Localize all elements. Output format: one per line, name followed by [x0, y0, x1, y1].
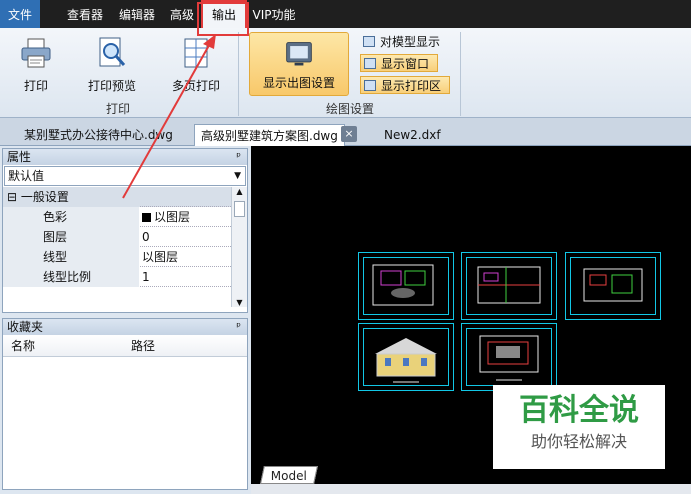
column-path[interactable]: 路径 — [131, 335, 155, 357]
window-icon — [364, 58, 376, 69]
ribbon-separator-2 — [460, 32, 461, 116]
property-value: 1 — [142, 270, 150, 284]
floor-plan-thumbnail — [479, 335, 539, 381]
drawing-sheet[interactable] — [565, 252, 661, 320]
elevation-thumbnail — [375, 338, 437, 383]
column-name[interactable]: 名称 — [11, 335, 35, 357]
menu-bar: 文件 查看器 编辑器 高级 输出 VIP功能 — [0, 0, 691, 28]
property-value: 0 — [142, 230, 150, 244]
section-general-label: 一般设置 — [20, 190, 69, 204]
print-area-icon — [364, 80, 376, 91]
menu-advanced[interactable]: 高级 — [166, 0, 198, 28]
ribbon: 打印 打印预览 多页打印 打印 显示出图设置 对模型显示 显示窗口 显示打印区 … — [0, 28, 691, 118]
menu-vip[interactable]: VIP功能 — [250, 0, 298, 28]
property-grid: ⊟ 一般设置 色彩 以图层 图层 0 线型 以图层 线型比例 1 ▲ ▼ — [3, 187, 247, 307]
color-swatch — [142, 213, 151, 222]
menu-viewer[interactable]: 查看器 — [62, 0, 108, 28]
drawing-sheet[interactable] — [461, 252, 557, 320]
watermark-subtitle: 助你轻松解决 — [530, 432, 627, 451]
show-window-button[interactable]: 显示窗口 — [360, 54, 438, 72]
show-print-area-button[interactable]: 显示打印区 — [360, 76, 450, 94]
menu-file[interactable]: 文件 — [0, 0, 40, 28]
print-button[interactable]: 打印 — [10, 36, 62, 94]
plot-group-label: 绘图设置 — [325, 102, 374, 116]
display-settings-label: 显示出图设置 — [262, 76, 335, 90]
favorites-header: 名称 路径 — [3, 335, 247, 357]
table-row[interactable]: 线型比例 1 — [3, 267, 231, 287]
watermark-title: 百科全说 — [519, 393, 639, 428]
properties-combo[interactable]: 默认值 ▼ — [4, 166, 246, 186]
floor-plan-thumbnail — [583, 268, 643, 302]
show-model-label: 对模型显示 — [380, 35, 441, 49]
tab-new2[interactable]: New2.dxf — [378, 124, 447, 146]
drawing-sheet[interactable] — [461, 323, 557, 391]
scroll-up-icon[interactable]: ▲ — [232, 187, 247, 196]
show-print-area-label: 显示打印区 — [381, 79, 442, 93]
tab-model[interactable]: Model — [260, 466, 318, 484]
drawing-sheet[interactable] — [358, 323, 454, 391]
monitor-icon — [286, 42, 312, 66]
drawing-sheet[interactable] — [358, 252, 454, 320]
scroll-thumb[interactable] — [234, 201, 245, 217]
multi-print-button[interactable]: 多页打印 — [166, 36, 226, 94]
section-general[interactable]: ⊟ 一般设置 — [3, 187, 231, 207]
floor-plan-thumbnail — [477, 266, 541, 304]
model-icon — [363, 36, 375, 47]
multi-page-icon — [184, 38, 208, 68]
table-row[interactable]: 色彩 以图层 — [3, 207, 231, 227]
scroll-down-icon[interactable]: ▼ — [232, 298, 247, 307]
table-row[interactable]: 图层 0 — [3, 227, 231, 247]
property-value: 以图层 — [140, 207, 190, 227]
section-general-key: ⊟ 一般设置 — [3, 187, 139, 207]
display-settings-button[interactable]: 显示出图设置 — [249, 32, 349, 96]
close-icon[interactable]: × — [341, 126, 357, 142]
properties-combo-value: 默认值 — [8, 169, 45, 183]
show-window-label: 显示窗口 — [381, 57, 430, 71]
chevron-down-icon[interactable]: ▼ — [234, 167, 241, 185]
print-group-label: 打印 — [105, 102, 130, 116]
tab-villa-plan[interactable]: 高级别墅建筑方案图.dwg — [194, 124, 345, 146]
multi-print-label: 多页打印 — [171, 79, 220, 93]
favorites-panel: 收藏夹 ᵖ 名称 路径 — [2, 318, 248, 490]
document-tab-bar: 某别墅式办公接待中心.dwg 高级别墅建筑方案图.dwg × New2.dxf — [0, 118, 691, 146]
property-key: 线型比例 — [3, 267, 139, 287]
print-preview-icon — [99, 37, 126, 67]
properties-title: 属性 ᵖ — [3, 149, 247, 165]
model-tab-label: Model — [270, 469, 307, 483]
watermark: 百科全说 助你轻松解决 — [493, 385, 665, 469]
properties-scrollbar[interactable]: ▲ ▼ — [231, 187, 247, 307]
tab-office-reception[interactable]: 某别墅式办公接待中心.dwg — [18, 124, 179, 146]
table-row[interactable]: 线型 以图层 — [3, 247, 231, 267]
property-value-text: 以图层 — [154, 210, 191, 224]
print-label: 打印 — [23, 79, 48, 93]
property-key: 色彩 — [3, 207, 139, 227]
menu-editor[interactable]: 编辑器 — [114, 0, 160, 28]
property-key: 线型 — [3, 247, 139, 267]
print-preview-button[interactable]: 打印预览 — [80, 36, 144, 94]
pin-icon[interactable]: ᵖ — [236, 319, 241, 335]
highlight-box — [197, 2, 249, 36]
favorites-title: 收藏夹 ᵖ — [3, 319, 247, 335]
show-model-button[interactable]: 对模型显示 — [360, 33, 440, 51]
favorites-title-text: 收藏夹 — [7, 320, 44, 334]
pin-icon[interactable]: ᵖ — [236, 149, 241, 165]
canvas-horizontal-scrollbar[interactable] — [251, 484, 691, 494]
printer-icon — [21, 38, 51, 68]
properties-panel: 属性 ᵖ 默认值 ▼ ⊟ 一般设置 色彩 以图层 图层 0 线型 以图层 线型比… — [2, 148, 248, 313]
property-value: 以图层 — [142, 250, 179, 264]
print-preview-label: 打印预览 — [87, 79, 136, 93]
ribbon-separator — [238, 32, 239, 116]
floor-plan-thumbnail — [372, 264, 434, 306]
property-key: 图层 — [3, 227, 139, 247]
properties-title-text: 属性 — [7, 150, 32, 164]
